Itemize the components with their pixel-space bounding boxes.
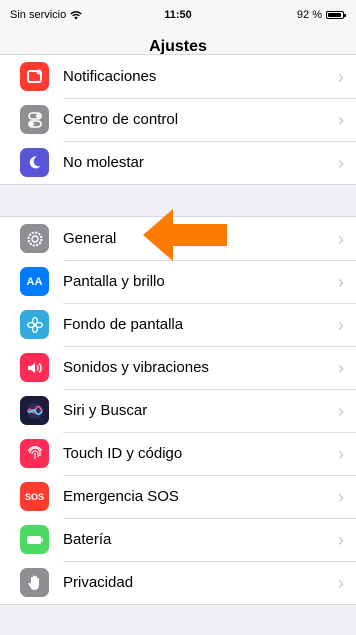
fingerprint-icon — [20, 439, 49, 468]
chevron-right-icon: › — [338, 228, 344, 249]
display-icon: AA — [20, 267, 49, 296]
arrow-left-icon — [143, 209, 227, 261]
settings-row-siri-y-buscar[interactable]: Siri y Buscar › — [0, 389, 356, 432]
settings-row-bateria[interactable]: Batería › — [0, 518, 356, 561]
settings-row-label: Siri y Buscar — [63, 402, 148, 419]
status-bar: Sin servicio 11:50 92 % — [0, 0, 356, 30]
chevron-right-icon: › — [338, 486, 344, 507]
battery-icon — [20, 525, 49, 554]
settings-row-label: Centro de control — [63, 111, 179, 128]
settings-row-label: Emergencia SOS — [63, 488, 179, 505]
gear-icon — [20, 224, 49, 253]
chevron-right-icon: › — [338, 152, 344, 173]
chevron-right-icon: › — [338, 357, 344, 378]
settings-row-pantalla-y-brillo[interactable]: AA Pantalla y brillo › — [0, 260, 356, 303]
settings-row-notificaciones[interactable]: Notificaciones › — [0, 55, 356, 98]
settings-group-notifications: Notificaciones › Centro de control › No … — [0, 54, 356, 185]
chevron-right-icon: › — [338, 572, 344, 593]
siri-icon — [20, 396, 49, 425]
settings-row-touch-id-y-codigo[interactable]: Touch ID y código › — [0, 432, 356, 475]
settings-row-label: Batería — [63, 531, 112, 548]
control-center-icon — [20, 105, 49, 134]
settings-row-label: No molestar — [63, 154, 144, 171]
battery-icon — [326, 11, 346, 19]
battery-fill — [328, 13, 341, 17]
chevron-right-icon: › — [338, 400, 344, 421]
settings-row-label: Sonidos y vibraciones — [63, 359, 209, 376]
settings-row-fondo-de-pantalla[interactable]: Fondo de pantalla › — [0, 303, 356, 346]
settings-row-privacidad[interactable]: Privacidad › — [0, 561, 356, 604]
speaker-icon — [20, 353, 49, 382]
settings-row-no-molestar[interactable]: No molestar › — [0, 141, 356, 184]
notifications-icon — [20, 62, 49, 91]
settings-row-label: Touch ID y código — [63, 445, 183, 462]
settings-row-label: General — [63, 230, 117, 247]
chevron-right-icon: › — [338, 109, 344, 130]
wallpaper-icon — [20, 310, 49, 339]
settings-row-label: Fondo de pantalla — [63, 316, 184, 333]
chevron-right-icon: › — [338, 66, 344, 87]
settings-row-label: Privacidad — [63, 574, 134, 591]
chevron-right-icon: › — [338, 443, 344, 464]
chevron-right-icon: › — [338, 529, 344, 550]
settings-row-label: Pantalla y brillo — [63, 273, 165, 290]
settings-row-sonidos-y-vibraciones[interactable]: Sonidos y vibraciones › — [0, 346, 356, 389]
moon-icon — [20, 148, 49, 177]
hand-icon — [20, 568, 49, 597]
page-title: Ajustes — [149, 38, 207, 55]
sos-icon: SOS — [20, 482, 49, 511]
settings-group-general: General › AA Pantalla y brillo › Fondo d… — [0, 216, 356, 605]
settings-row-centro-de-control[interactable]: Centro de control › — [0, 98, 356, 141]
chevron-right-icon: › — [338, 314, 344, 335]
battery-indicator: 92 % — [296, 9, 346, 21]
chevron-right-icon: › — [338, 271, 344, 292]
settings-row-label: Notificaciones — [63, 68, 157, 85]
settings-row-emergencia-sos[interactable]: SOS Emergencia SOS › — [0, 475, 356, 518]
battery-percentage: 92 % — [296, 9, 322, 21]
